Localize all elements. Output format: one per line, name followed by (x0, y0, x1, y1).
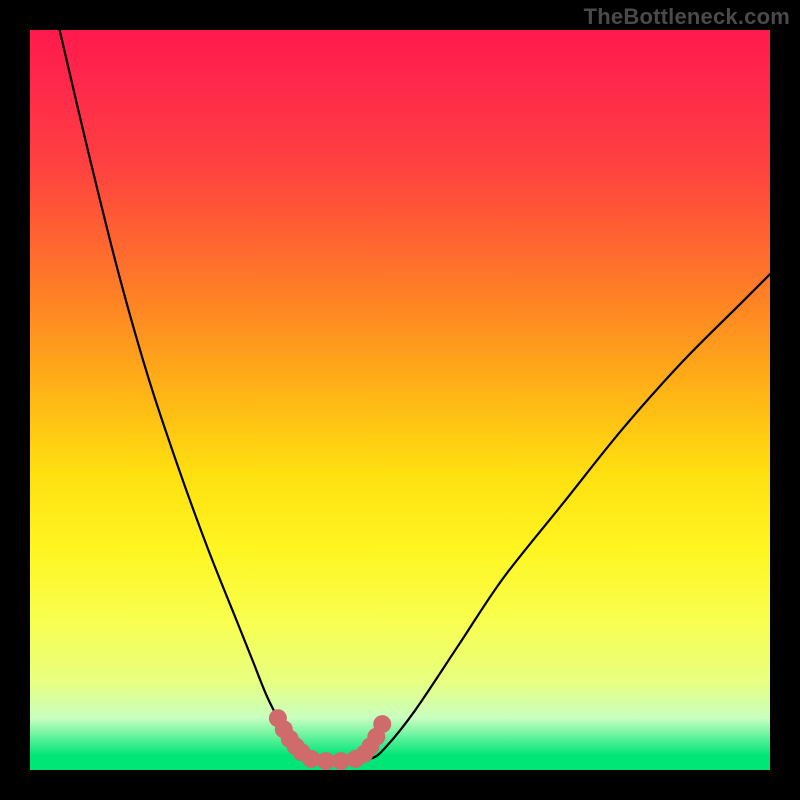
plot-area (30, 30, 770, 770)
curve-path (60, 30, 770, 763)
watermark-text: TheBottleneck.com (584, 4, 790, 30)
highlight-dot (373, 715, 391, 733)
highlight-markers (269, 709, 391, 770)
curve-layer (30, 30, 770, 770)
bottleneck-curve (60, 30, 770, 763)
chart-frame: TheBottleneck.com (0, 0, 800, 800)
